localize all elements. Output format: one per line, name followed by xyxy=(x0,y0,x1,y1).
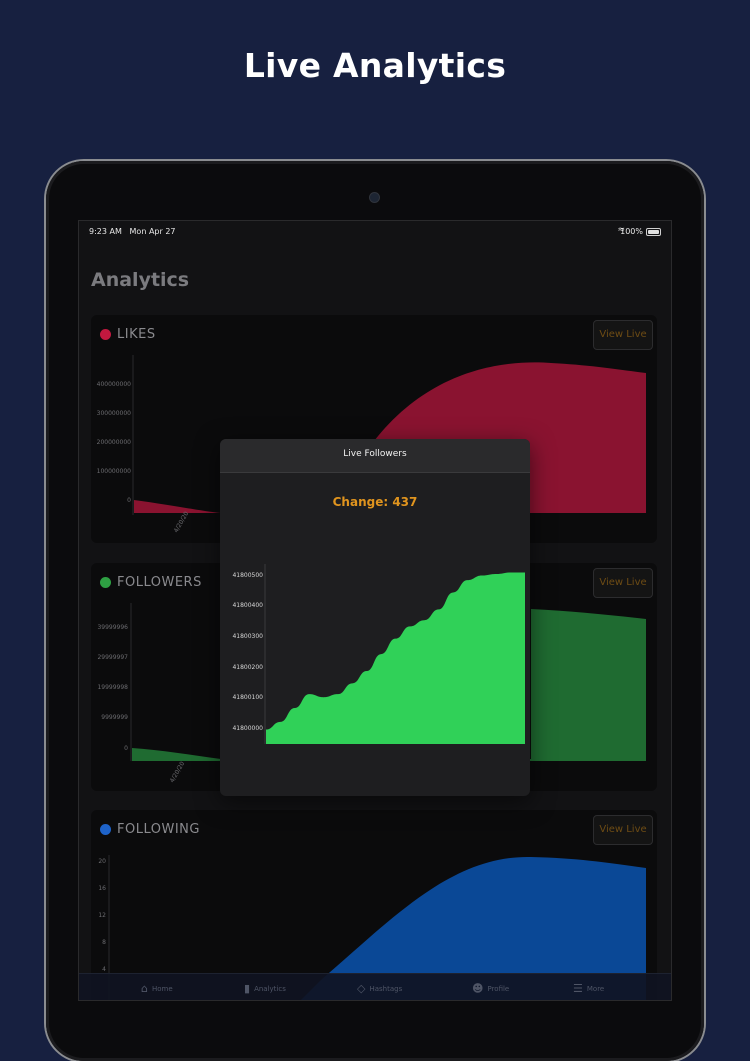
tab-more-label: More xyxy=(587,985,604,993)
tag-icon: ◇ xyxy=(357,982,365,995)
likes-y-tick: 400000000 xyxy=(97,381,132,388)
analytics-icon: ▮ xyxy=(244,982,250,995)
status-date: Mon Apr 27 xyxy=(130,227,176,236)
live-y-tick: 41800000 xyxy=(232,725,263,732)
tablet-screen: 9:23 AM Mon Apr 27 ≈ 100% Analytics LIKE… xyxy=(79,221,671,1000)
profile-icon: ☻ xyxy=(472,982,483,995)
tab-more[interactable]: ☰ More xyxy=(573,982,604,995)
tab-home-label: Home xyxy=(152,985,173,993)
following-chart: 20 16 12 8 4 xyxy=(91,810,657,1000)
home-icon: ⌂ xyxy=(141,982,148,995)
camera-icon xyxy=(370,193,379,202)
likes-y-tick: 100000000 xyxy=(97,468,132,475)
live-y-tick: 41800400 xyxy=(232,602,263,609)
page-title: Analytics xyxy=(91,269,189,291)
status-clock: 9:23 AM xyxy=(89,227,122,236)
following-y-tick: 8 xyxy=(102,939,106,946)
tab-profile[interactable]: ☻ Profile xyxy=(472,982,509,995)
following-y-tick: 4 xyxy=(102,966,106,973)
likes-y-tick: 200000000 xyxy=(97,439,132,446)
live-y-tick: 41800500 xyxy=(232,572,263,579)
page-headline: Live Analytics xyxy=(0,46,750,85)
list-icon: ☰ xyxy=(573,982,583,995)
followers-y-tick: 39999996 xyxy=(97,624,128,631)
likes-x-tick: 4/20/20 xyxy=(173,510,191,534)
live-y-tick: 41800200 xyxy=(232,664,263,671)
live-y-tick: 41800300 xyxy=(232,633,263,640)
live-y-tick: 41800100 xyxy=(232,694,263,701)
tab-home[interactable]: ⌂ Home xyxy=(141,982,173,995)
followers-y-tick: 0 xyxy=(124,745,128,752)
following-card: FOLLOWING View Live 20 16 12 8 4 xyxy=(91,810,657,1000)
battery-percent: 100% xyxy=(620,227,643,236)
tab-analytics-label: Analytics xyxy=(254,985,286,993)
following-y-tick: 20 xyxy=(98,858,106,865)
followers-y-tick: 9999999 xyxy=(101,714,128,721)
followers-y-tick: 29999997 xyxy=(97,654,128,661)
likes-y-tick: 0 xyxy=(127,497,131,504)
battery-icon xyxy=(646,228,661,236)
tab-hashtags-label: Hashtags xyxy=(369,985,402,993)
followers-x-tick: 4/20/20 xyxy=(169,760,187,784)
following-y-tick: 16 xyxy=(98,885,106,892)
tab-hashtags[interactable]: ◇ Hashtags xyxy=(357,982,402,995)
followers-y-tick: 19999998 xyxy=(97,684,128,691)
status-time: 9:23 AM Mon Apr 27 xyxy=(89,227,176,236)
tab-analytics[interactable]: ▮ Analytics xyxy=(244,982,286,995)
following-y-tick: 12 xyxy=(98,912,106,919)
live-followers-area xyxy=(266,572,525,744)
likes-y-tick: 300000000 xyxy=(97,410,132,417)
tab-profile-label: Profile xyxy=(487,985,509,993)
live-followers-chart: 41800500 41800400 41800300 41800200 4180… xyxy=(220,439,530,796)
tab-bar: ⌂ Home ▮ Analytics ◇ Hashtags ☻ Profile ☰ Mor… xyxy=(79,973,671,1000)
live-followers-panel: Live Followers Change: 437 41800500 4180… xyxy=(220,439,530,796)
